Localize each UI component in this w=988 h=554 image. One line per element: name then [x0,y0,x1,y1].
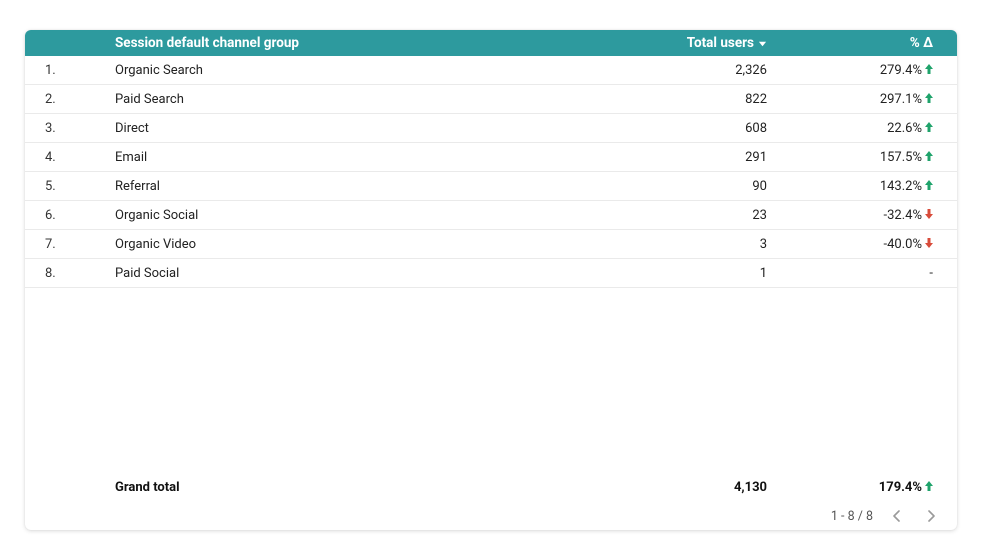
table-row[interactable]: 7.Organic Video3 -40.0% [25,230,957,259]
row-users: 608 [537,121,777,136]
row-delta: 157.5% [777,150,957,165]
row-delta: -32.4% [777,208,957,223]
row-delta: 143.2% [777,179,957,194]
row-delta: 22.6% [777,121,957,136]
arrow-up-icon [925,92,933,107]
table-row[interactable]: 3.Direct608 22.6% [25,114,957,143]
row-channel: Organic Social [115,208,537,223]
row-users: 23 [537,208,777,223]
table-row[interactable]: 2.Paid Search822 297.1% [25,85,957,114]
table-row[interactable]: 6.Organic Social23 -32.4% [25,201,957,230]
row-users: 822 [537,92,777,107]
table-header-row: Session default channel group Total user… [25,30,957,56]
grand-total-row: Grand total 4,130 179.4% [25,472,957,502]
table-row[interactable]: 1.Organic Search2,326 279.4% [25,56,957,85]
row-delta-value: 297.1% [880,92,922,107]
row-channel: Direct [115,121,537,136]
pager-prev-button[interactable] [887,506,907,526]
row-users: 1 [537,266,777,281]
header-total-users-label: Total users [687,35,754,51]
table-row[interactable]: 5.Referral90 143.2% [25,172,957,201]
row-channel: Paid Social [115,266,537,281]
row-channel: Organic Video [115,237,537,252]
table-footer: Grand total 4,130 179.4% 1 - 8 / 8 [25,472,957,530]
row-channel: Organic Search [115,63,537,78]
row-index: 3. [25,121,115,136]
pager-row: 1 - 8 / 8 [25,502,957,530]
grand-total-users: 4,130 [537,480,777,495]
row-index: 8. [25,266,115,281]
header-delta[interactable]: % Δ [777,35,957,51]
grand-total-delta-value: 179.4% [879,480,922,495]
header-total-users[interactable]: Total users [537,35,777,51]
sort-desc-icon [758,39,767,48]
arrow-down-icon [925,237,933,252]
table-row[interactable]: 8.Paid Social1 - [25,259,957,288]
pager-next-button[interactable] [921,506,941,526]
row-delta: 297.1% [777,92,957,107]
row-delta: 279.4% [777,63,957,78]
arrow-up-icon [925,150,933,165]
row-index: 1. [25,63,115,78]
arrow-up-icon [925,121,933,136]
row-index: 2. [25,92,115,107]
row-users: 3 [537,237,777,252]
arrow-up-icon [925,63,933,78]
arrow-down-icon [925,208,933,223]
row-index: 6. [25,208,115,223]
row-delta: -40.0% [777,237,957,252]
row-delta-value: - [929,266,933,281]
row-users: 291 [537,150,777,165]
row-index: 4. [25,150,115,165]
table-row[interactable]: 4.Email291 157.5% [25,143,957,172]
arrow-up-icon [925,179,933,194]
grand-total-delta: 179.4% [777,480,957,495]
row-channel: Referral [115,179,537,194]
row-index: 7. [25,237,115,252]
row-index: 5. [25,179,115,194]
grand-total-label: Grand total [115,480,537,495]
table-body: 1.Organic Search2,326 279.4% 2.Paid Search… [25,56,957,472]
row-delta-value: 157.5% [880,150,922,165]
row-delta-value: 279.4% [880,63,922,78]
row-users: 90 [537,179,777,194]
row-delta-value: 22.6% [887,121,922,136]
header-channel[interactable]: Session default channel group [115,35,537,51]
row-delta-value: -32.4% [884,208,922,223]
row-delta-value: -40.0% [884,237,922,252]
arrow-up-icon [925,480,933,495]
header-delta-label: % Δ [910,35,933,51]
row-users: 2,326 [537,63,777,78]
row-delta-value: 143.2% [880,179,922,194]
row-delta: - [777,266,957,281]
pager-range: 1 - 8 / 8 [831,509,873,524]
analytics-table-card: Session default channel group Total user… [25,30,957,530]
row-channel: Email [115,150,537,165]
row-channel: Paid Search [115,92,537,107]
